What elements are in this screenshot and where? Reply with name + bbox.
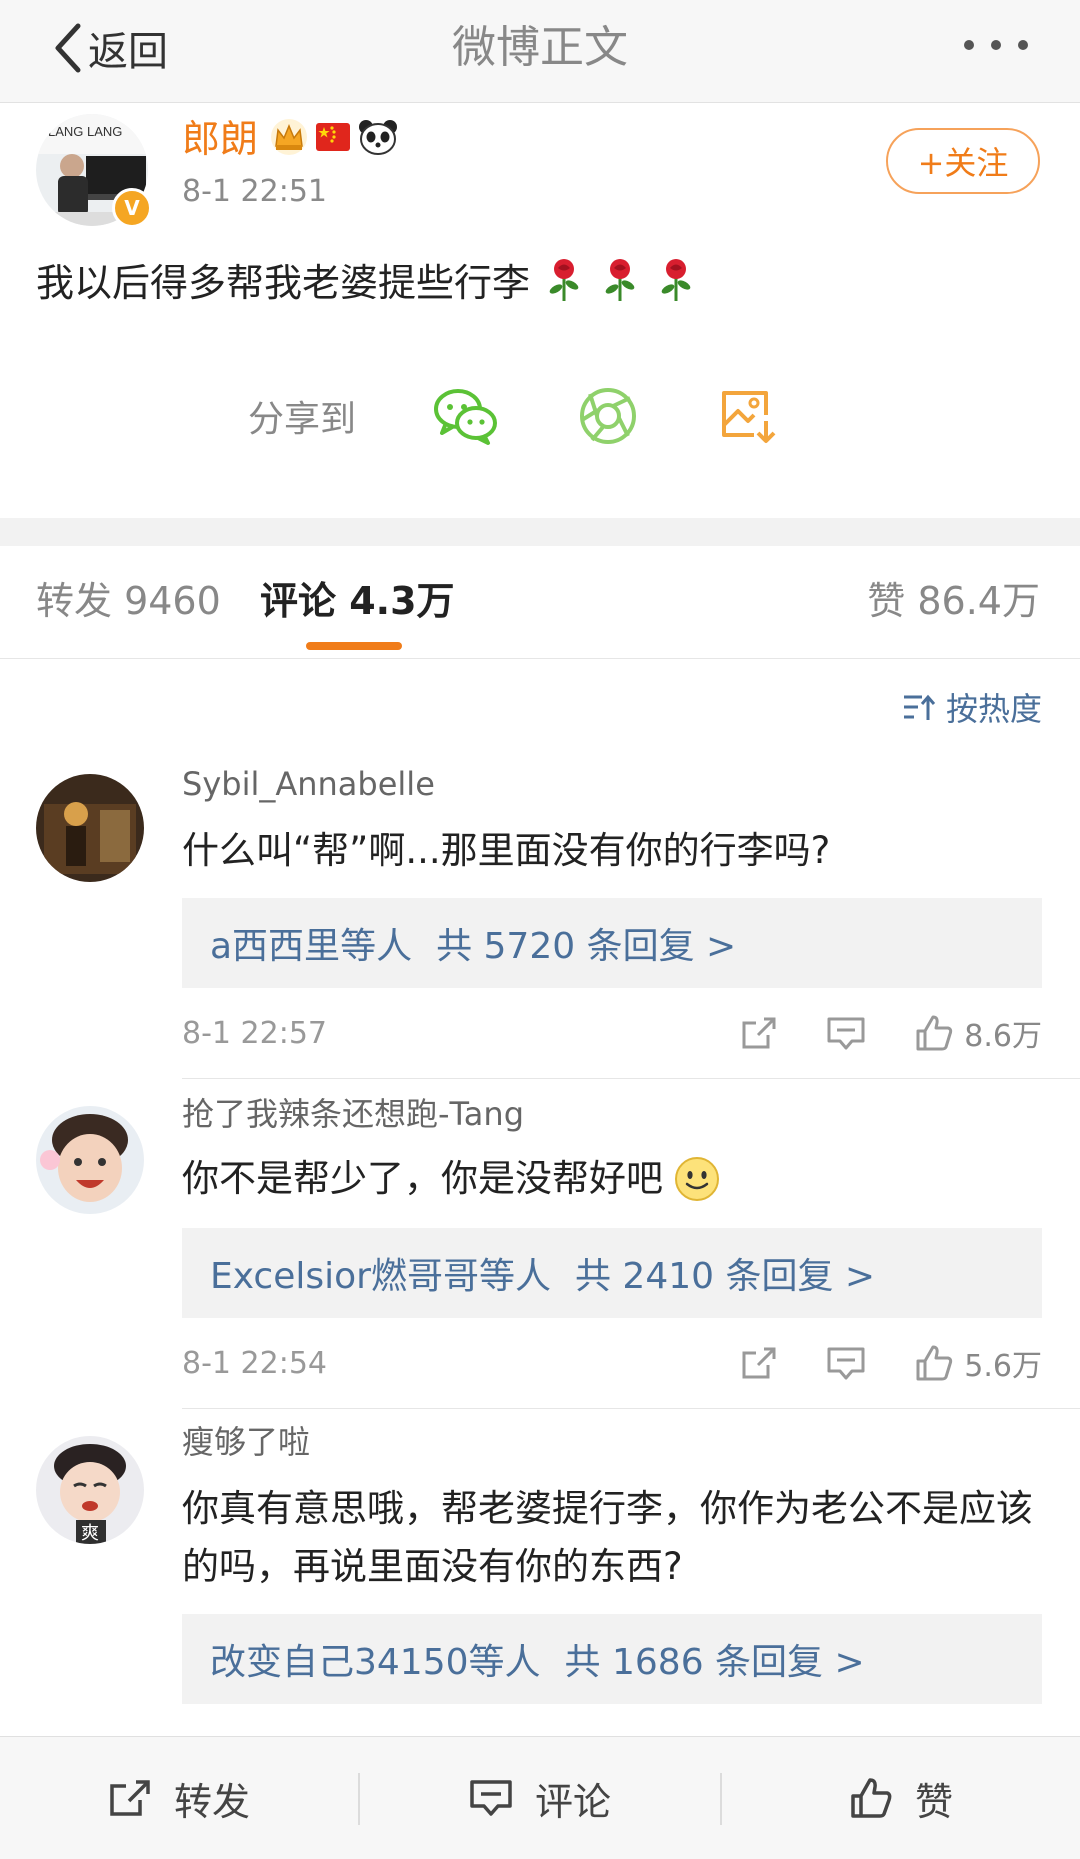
reply-summary[interactable]: a西西里 等人 共 5720 条回复 > [182,898,1042,988]
wechat-icon[interactable] [432,387,498,445]
commenter-name[interactable]: Sybil_Annabelle [182,762,435,806]
comment-divider [182,1408,1080,1409]
author-badges [270,118,398,156]
like-comment-button[interactable]: 8.6万 [914,1011,1042,1055]
commenter-avatar[interactable] [36,774,144,882]
repost-label: 转发 [173,1779,250,1824]
post-text: 我以后得多帮我老婆提些行李 [36,261,531,305]
top-nav-bar: 返回 微博正文 [0,0,1080,103]
like-button[interactable]: 赞 [722,1737,1080,1859]
reply-comment-button[interactable] [826,1015,866,1051]
comment-icon [470,1780,512,1816]
thumbs-up-icon [916,1015,953,1051]
avatar-logo-text: LANG LANG [48,124,122,139]
thumbs-up-icon [916,1345,953,1381]
sort-button[interactable]: 按热度 [902,684,1042,730]
reply-total[interactable]: 共 5720 条回复 > [436,917,736,969]
reply-user[interactable]: Excelsior燃哥哥 [210,1247,479,1299]
reply-suffix: 等人 [468,1642,541,1683]
tab-comment[interactable]: 评论 4.3万 [260,576,455,626]
reply-comment-button[interactable] [826,1345,866,1381]
comment-time: 8-1 22:57 [182,1015,327,1051]
comment-time: 8-1 22:54 [182,1345,327,1381]
save-image-icon[interactable] [718,387,776,445]
comment-divider [182,1078,1080,1079]
commenter-name[interactable]: 抢了我辣条还想跑-Tang [182,1092,524,1136]
panda-icon[interactable] [358,118,398,156]
follow-button[interactable]: +关注 [886,128,1040,194]
section-separator [0,518,1080,546]
avatar-text: 爽 [81,1523,99,1544]
sort-icon [903,694,936,720]
like-count: 8.6万 [964,1019,1042,1054]
like-label: 赞 [914,1779,953,1824]
repost-icon [110,1780,150,1816]
commenter-name[interactable]: 瘦够了啦 [182,1420,310,1464]
sort-label: 按热度 [945,690,1042,728]
commenter-avatar[interactable] [36,1106,144,1214]
smile-emoji-icon [675,1157,719,1201]
repost-comment-button[interactable] [740,1015,778,1051]
comment-meta: 8-1 22:57 8.6万 [182,1008,1042,1058]
page-title: 微博正文 [452,22,628,73]
reply-user[interactable]: a西西里 [210,917,340,969]
reply-suffix: 等人 [478,1256,551,1297]
repost-button[interactable]: 转发 [0,1737,358,1859]
comment-meta: 8-1 22:54 5.6万 [182,1338,1042,1388]
rose-icon [549,258,579,301]
repost-icon [742,1017,776,1049]
more-dot-icon [964,40,974,50]
active-tab-indicator [306,642,402,650]
more-dot-icon [991,40,1001,50]
repost-comment-button[interactable] [740,1345,778,1381]
verified-badge-icon: V [112,188,152,228]
reply-summary[interactable]: Excelsior燃哥哥 等人 共 2410 条回复 > [182,1228,1042,1318]
post-time: 8-1 22:51 [182,174,327,209]
tab-bar: 转发 9460 评论 4.3万 赞 86.4万 [0,546,1080,659]
rose-icon [605,258,635,301]
comment-icon [827,1347,865,1380]
china-flag-icon[interactable] [316,122,350,152]
tab-repost[interactable]: 转发 9460 [36,576,221,626]
reply-total[interactable]: 共 1686 条回复 > [565,1633,865,1685]
author-name[interactable]: 郎朗 [182,114,258,164]
reply-suffix: 等人 [340,926,413,967]
comment-label: 评论 [534,1779,611,1824]
comment-text-body: 你不是帮少了，你是没帮好吧 [182,1157,663,1200]
like-count: 5.6万 [964,1349,1042,1384]
reply-total[interactable]: 共 2410 条回复 > [575,1247,875,1299]
commenter-avatar[interactable]: 爽 [36,1436,144,1544]
tab-like[interactable]: 赞 86.4万 [867,576,1040,626]
rose-icon [661,258,691,301]
moments-icon[interactable] [578,386,638,446]
comment-text: 你不是帮少了，你是没帮好吧 [182,1150,1042,1208]
share-row: 分享到 [248,386,856,446]
crown-icon[interactable] [270,118,308,156]
comment-button[interactable]: 评论 [360,1737,720,1859]
thumbs-up-icon [851,1778,892,1818]
comment-icon [827,1017,865,1050]
share-label: 分享到 [248,399,357,440]
bottom-action-bar: 转发 评论 赞 [0,1736,1080,1859]
comment-text: 什么叫“帮”啊...那里面没有你的行李吗? [182,829,831,872]
comment-text: 你真有意思哦，帮老婆提行李，你作为老公不是应该的吗，再说里面没有你的东西? [182,1487,1033,1588]
more-button[interactable] [964,30,1028,60]
repost-icon [742,1347,776,1379]
like-comment-button[interactable]: 5.6万 [914,1341,1042,1385]
post-body: 我以后得多帮我老婆提些行李 [36,252,694,307]
reply-summary[interactable]: 改变自己34150 等人 共 1686 条回复 > [182,1614,1042,1704]
more-dot-icon [1018,40,1028,50]
reply-user[interactable]: 改变自己34150 [210,1633,469,1685]
author-avatar[interactable]: LANG LANG V [36,114,152,228]
